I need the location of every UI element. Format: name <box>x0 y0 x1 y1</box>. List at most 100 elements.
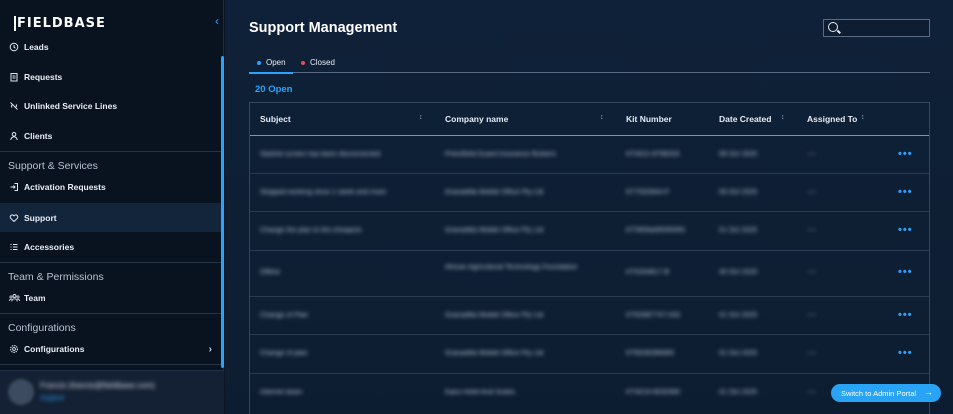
sidebar-item-label: Accessories <box>24 242 75 252</box>
sidebar-scrollbar[interactable] <box>221 56 224 368</box>
sidebar-item-accessories[interactable]: Accessories <box>0 234 222 260</box>
cell-kit-number: KT4019-9032990 <box>626 389 681 396</box>
avatar <box>8 379 34 405</box>
row-actions-button[interactable]: ••• <box>898 186 913 198</box>
divider <box>0 151 222 152</box>
section-title-configurations: Configurations <box>8 322 76 334</box>
section-title-team: Team & Permissions <box>8 271 104 283</box>
status-tabs: Open Closed <box>249 56 930 74</box>
sidebar-item-label: Support <box>24 212 57 223</box>
table-row[interactable]: Starlink screen has been disconnected Pr… <box>250 136 929 174</box>
logo: FIELDBASE <box>14 16 106 31</box>
sidebar-item-activation-requests[interactable]: Activation Requests <box>0 174 222 200</box>
switch-to-admin-portal-button[interactable]: Switch to Admin Portal → <box>831 384 941 402</box>
cell-company: Priestfield Guard Insurance Brokers <box>445 151 556 158</box>
list-icon <box>8 241 20 253</box>
row-actions-button[interactable]: ••• <box>898 148 913 160</box>
sidebar-item-team[interactable]: Team <box>0 285 222 311</box>
cell-company: Granadilla Mobile Office Pty Ltd <box>445 350 544 357</box>
tab-closed[interactable]: Closed <box>301 58 335 67</box>
logo-text: IELDBASE <box>26 16 106 31</box>
sidebar-item-leads[interactable]: Leads <box>0 34 222 60</box>
table-row[interactable]: Change of plan Granadilla Mobile Office … <box>250 335 929 374</box>
sort-icon[interactable]: ↕ <box>781 114 785 121</box>
closed-dot-icon <box>301 60 305 65</box>
logo-row: FIELDBASE ‹ <box>14 14 224 31</box>
open-dot-icon <box>257 60 261 65</box>
page-title: Support Management <box>249 20 398 36</box>
user-profile[interactable]: Francis (francis@fieldbase.com) Support <box>0 370 224 414</box>
cell-kit-number: KT5204817-B <box>626 269 670 276</box>
table-row[interactable]: Change of Plan Granadilla Mobile Office … <box>250 297 929 335</box>
cell-kit-number: KT4011-8798263 <box>626 151 680 158</box>
cell-company: Kairo Hotel And Suites <box>445 389 516 396</box>
user-name: Francis (francis@fieldbase.com) <box>40 381 155 390</box>
sidebar-item-requests[interactable]: Requests <box>0 64 222 90</box>
cell-company: African Agricultural Technology Foundati… <box>445 264 578 271</box>
switch-button-label: Switch to Admin Portal <box>841 388 917 398</box>
sidebar-item-label: Configurations <box>24 344 85 354</box>
sort-icon[interactable]: ↕ <box>600 114 604 121</box>
gear-icon <box>8 343 20 355</box>
cell-date: 30 Oct 2025 <box>719 269 758 276</box>
cell-assigned: ---- <box>807 227 817 234</box>
active-tab-indicator <box>249 72 293 74</box>
table-row[interactable]: Internet down Kairo Hotel And Suites KT4… <box>250 374 929 414</box>
cell-date: 01 Oct 2025 <box>719 389 758 396</box>
cell-subject: Change of Plan <box>260 312 309 319</box>
unlink-icon <box>8 100 20 112</box>
row-actions-button[interactable]: ••• <box>898 266 913 278</box>
sidebar: FIELDBASE ‹ Leads Requests Unlinked Serv… <box>0 0 224 414</box>
cell-date: 01 Oct 2025 <box>719 350 758 357</box>
section-title-support: Support & Services <box>8 160 98 172</box>
cell-subject: Offline <box>260 269 281 276</box>
sidebar-item-label: Unlinked Service Lines <box>24 101 118 111</box>
cell-kit-number: KT3656a0R0R0R0 <box>626 227 686 234</box>
cell-subject: Starlink screen has been disconnected <box>260 151 381 158</box>
sidebar-item-label: Team <box>24 293 46 303</box>
heart-icon <box>8 212 20 224</box>
divider <box>0 262 222 263</box>
sidebar-item-unlinked-service-lines[interactable]: Unlinked Service Lines <box>0 93 222 119</box>
sidebar-item-label: Leads <box>24 42 49 52</box>
sidebar-item-support[interactable]: Support <box>0 203 222 232</box>
sidebar-item-clients[interactable]: Clients <box>0 123 222 149</box>
login-arrow-icon <box>8 181 20 193</box>
row-actions-button[interactable]: ••• <box>898 347 913 359</box>
cell-company: Granadilla Mobile Office Pty Ltd <box>445 189 544 196</box>
cell-assigned: ---- <box>807 350 817 357</box>
chevron-right-icon: › <box>208 343 212 355</box>
cell-company: Granadilla Mobile Office Pty Ltd <box>445 227 544 234</box>
user-role: Support <box>40 395 65 402</box>
sort-icon[interactable]: ↕ <box>419 114 423 121</box>
column-header-date-created: Date Created <box>719 114 772 124</box>
sidebar-item-label: Requests <box>24 72 63 82</box>
cell-kit-number: KT82687747-043 <box>626 312 681 319</box>
search-input[interactable] <box>823 19 930 37</box>
row-actions-button[interactable]: ••• <box>898 309 913 321</box>
history-icon <box>8 41 20 53</box>
table-row[interactable]: Change the plan to the cheapest Granadil… <box>250 212 929 251</box>
open-count: 20 Open <box>255 84 293 95</box>
column-header-assigned-to: Assigned To <box>807 114 858 124</box>
sort-icon[interactable]: ↕ <box>861 114 865 121</box>
tab-open[interactable]: Open <box>249 58 293 74</box>
tab-label: Closed <box>310 58 335 67</box>
cell-kit-number: KT7532844-P <box>626 189 670 196</box>
clipboard-icon <box>8 71 20 83</box>
sidebar-item-label: Activation Requests <box>24 182 106 192</box>
cell-assigned: ---- <box>807 189 817 196</box>
table-row[interactable]: Offline African Agricultural Technology … <box>250 251 929 297</box>
chevron-left-icon[interactable]: ‹ <box>215 14 219 28</box>
cell-date: 01 Oct 2025 <box>719 312 758 319</box>
sidebar-item-configurations[interactable]: Configurations › <box>0 336 222 362</box>
cell-subject: Change the plan to the cheapest <box>260 227 362 234</box>
table-row[interactable]: Stopped working since 1 week and more Gr… <box>250 174 929 212</box>
support-table: Subject ↕ Company name ↕ Kit Number Date… <box>249 102 930 414</box>
row-actions-button[interactable]: ••• <box>898 224 913 236</box>
tab-label: Open <box>266 58 286 67</box>
cell-subject: Change of plan <box>260 350 308 357</box>
cell-company: Granadilla Mobile Office Pty Ltd <box>445 312 544 319</box>
search-icon <box>828 22 838 32</box>
cell-subject: Stopped working since 1 week and more <box>260 189 387 196</box>
